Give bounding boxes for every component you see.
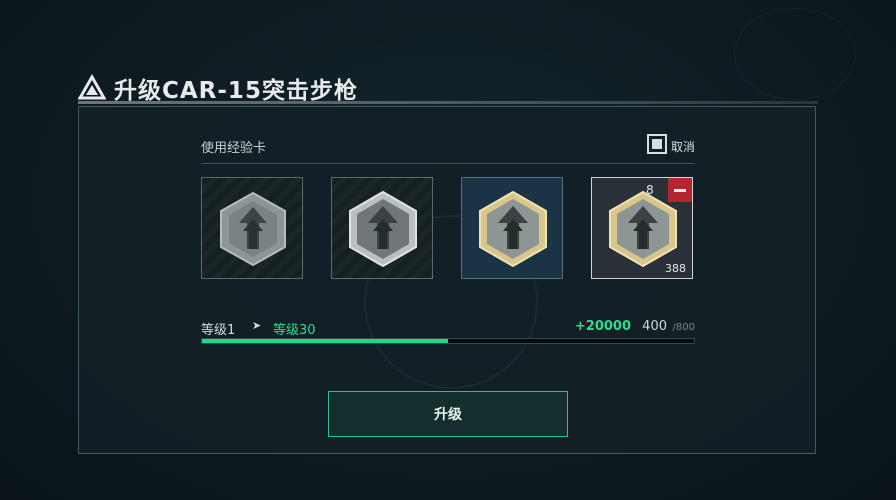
selected-quantity: 8 [646,183,654,197]
level-info: 等级1 ➤ 等级30 +20000 400 /800 [201,317,695,338]
exp-card-gold-selected[interactable]: 8 388 [591,177,693,279]
exp-card-icon [609,191,677,267]
xp-current: 400 [642,319,667,334]
upgrade-panel: 使用经验卡 取消 8 388 等级1 ➤ 等级30 +20000 400 /80… [78,106,816,454]
page-title: 升级CAR-15突击步枪 [114,78,358,104]
exp-card-icon [479,191,547,267]
title-underline [78,101,818,104]
background-decoration [734,8,856,100]
minus-icon [674,188,686,192]
section-label: 使用经验卡 [201,141,267,156]
title-logo-icon [78,74,106,100]
exp-card-silver-framed[interactable] [331,177,433,279]
target-level: 等级30 [273,323,316,338]
upgrade-button[interactable]: 升级 [328,391,568,437]
xp-max: /800 [672,322,695,333]
level-arrow-icon: ➤ [252,319,262,332]
exp-card-section-header: 使用经验卡 取消 [201,131,695,164]
exp-card-icon [220,191,286,267]
xp-progress-fill [202,339,448,343]
card-owned-count: 388 [665,262,686,275]
cancel-checkbox[interactable] [647,134,667,154]
remove-card-button[interactable] [668,178,692,202]
current-level: 等级1 [201,323,236,338]
exp-card-gold[interactable] [461,177,563,279]
cancel-label[interactable]: 取消 [671,138,695,155]
xp-gain: +20000 [574,319,631,334]
exp-card-silver[interactable] [201,177,303,279]
xp-progress-bar [201,338,695,344]
exp-card-icon [349,191,417,267]
